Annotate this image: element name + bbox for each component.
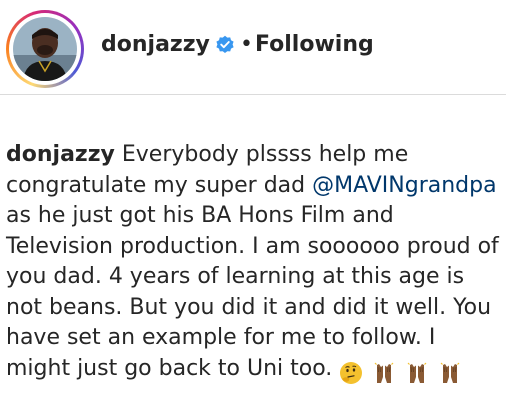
verified-badge-icon (215, 35, 235, 55)
story-ring[interactable] (6, 10, 84, 88)
post-header: donjazzy • Following (0, 0, 506, 95)
header-username[interactable]: donjazzy (101, 30, 210, 60)
following-button[interactable]: Following (255, 30, 374, 60)
avatar[interactable] (13, 17, 77, 81)
emoji-group (339, 358, 464, 389)
mention-link[interactable]: @MAVINgrandpa (312, 173, 496, 198)
separator-dot: • (240, 32, 253, 57)
raising-hands-emoji (405, 361, 429, 385)
raising-hands-emoji (438, 361, 462, 385)
thinking-face-emoji (339, 361, 363, 385)
caption-text-part2: as he just got his BA Hons Film and Tele… (6, 203, 499, 381)
raising-hands-emoji (372, 361, 396, 385)
post-caption: donjazzy Everybody plssss help me congra… (6, 140, 502, 388)
caption-username[interactable]: donjazzy (6, 142, 115, 167)
